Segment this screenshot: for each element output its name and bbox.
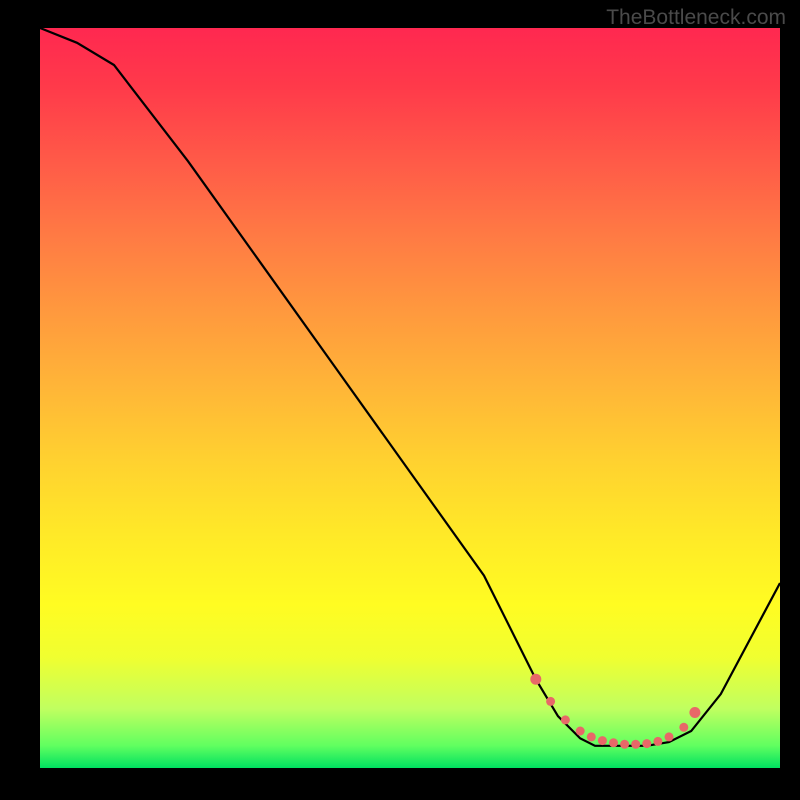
marker-point: [689, 707, 700, 718]
marker-point: [546, 697, 555, 706]
marker-point: [576, 727, 585, 736]
watermark-text: TheBottleneck.com: [606, 6, 786, 30]
marker-point: [598, 736, 607, 745]
marker-point: [609, 738, 618, 747]
marker-point: [620, 740, 629, 749]
chart-svg: [40, 28, 780, 768]
marker-point: [530, 674, 541, 685]
marker-point: [631, 740, 640, 749]
marker-point: [653, 737, 662, 746]
chart-container: TheBottleneck.com: [0, 0, 800, 800]
marker-point: [642, 739, 651, 748]
marker-point: [665, 732, 674, 741]
marker-point: [561, 715, 570, 724]
marker-point: [587, 732, 596, 741]
bottleneck-curve: [40, 28, 780, 746]
plot-area: [40, 28, 780, 768]
marker-point: [679, 723, 688, 732]
